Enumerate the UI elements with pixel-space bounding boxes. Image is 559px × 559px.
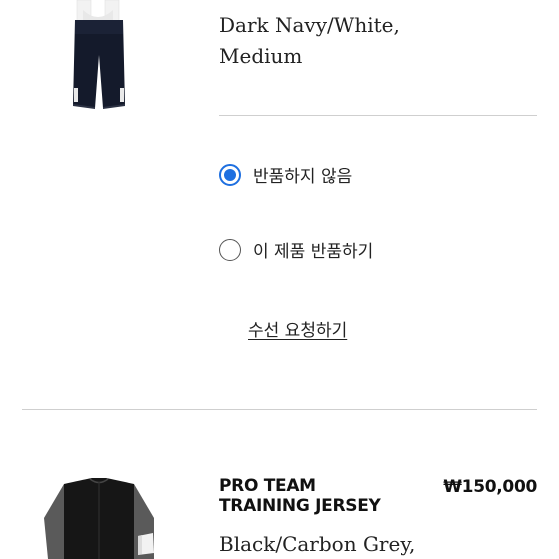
return-option-no-return[interactable]: 반품하지 않음 bbox=[219, 162, 352, 187]
return-option-label: 반품하지 않음 bbox=[253, 167, 353, 187]
return-option-label: 이 제품 반품하기 bbox=[253, 242, 374, 262]
bib-shorts-image bbox=[73, 0, 125, 109]
request-repair-link[interactable]: 수선 요청하기 bbox=[248, 316, 347, 341]
item2-variant: Black/Carbon Grey, bbox=[219, 532, 416, 556]
item1-variant-line1: Dark Navy/White, bbox=[219, 13, 400, 37]
section-divider bbox=[22, 409, 537, 410]
product-price: ₩150,000 bbox=[443, 477, 537, 497]
item1-variant-line2: Medium bbox=[219, 44, 303, 68]
return-option-return-item[interactable]: 이 제품 반품하기 bbox=[219, 237, 373, 262]
radio-unchecked-icon[interactable] bbox=[219, 238, 241, 261]
divider bbox=[219, 115, 537, 116]
item1-variant: Dark Navy/White, Medium bbox=[219, 10, 400, 72]
product-name[interactable]: PRO TEAM TRAINING JERSEY bbox=[219, 476, 399, 516]
radio-checked-icon[interactable] bbox=[219, 163, 241, 186]
jersey-image bbox=[44, 478, 154, 559]
